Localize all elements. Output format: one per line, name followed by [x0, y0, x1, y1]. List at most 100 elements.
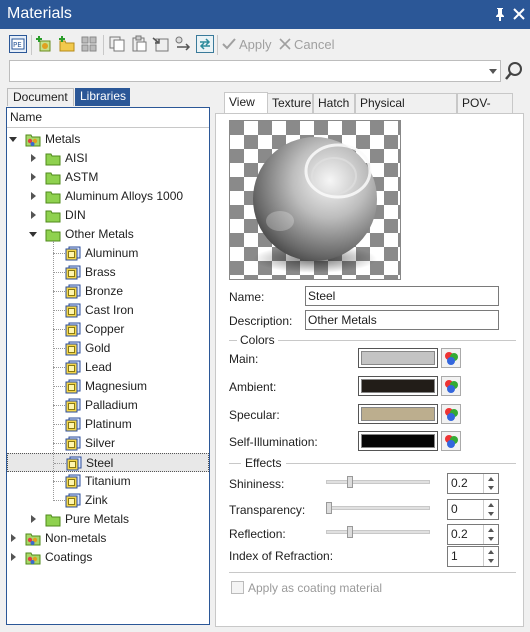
tab-view[interactable]: View: [224, 92, 268, 114]
stepper-buttons[interactable]: [483, 500, 498, 519]
chevron-down-icon[interactable]: [489, 69, 497, 74]
cancel-button[interactable]: Cancel: [294, 37, 334, 52]
tree-node-aisi[interactable]: AISI: [7, 149, 209, 168]
specular-color-picker-button[interactable]: [441, 404, 461, 424]
main-color-swatch[interactable]: [358, 348, 438, 368]
reflection-slider-thumb[interactable]: [346, 526, 353, 538]
spin-up-icon[interactable]: [488, 503, 494, 507]
tree-node-lead[interactable]: Lead: [7, 358, 209, 377]
tab-pov-ray[interactable]: POV-Ray: [457, 93, 513, 129]
view-tab-content: Name: Steel Description: Other Metals Co…: [215, 113, 524, 627]
tree-node-platinum[interactable]: Platinum: [7, 415, 209, 434]
name-field[interactable]: Steel: [305, 286, 499, 306]
tab-physical-properties[interactable]: Physical Properties: [355, 93, 457, 129]
tree-node-astm[interactable]: ASTM: [7, 168, 209, 187]
spin-down-icon[interactable]: [488, 537, 494, 541]
tree-node-label: Zink: [85, 493, 108, 507]
tree-node-titanium[interactable]: Titanium: [7, 472, 209, 491]
tree-node-coatings[interactable]: Coatings: [7, 548, 209, 567]
tree-node-zink[interactable]: Zink: [7, 491, 209, 510]
tree-connector: [53, 443, 65, 444]
tree-node-palladium[interactable]: Palladium: [7, 396, 209, 415]
tree-header-name[interactable]: Name: [7, 108, 209, 128]
pin-icon[interactable]: [492, 6, 508, 22]
close-icon[interactable]: [511, 6, 527, 22]
stepper-buttons[interactable]: [483, 474, 498, 493]
spin-down-icon[interactable]: [488, 512, 494, 516]
tree-node-pure-metals[interactable]: Pure Metals: [7, 510, 209, 529]
main-color-label: Main:: [229, 352, 259, 366]
apply-button[interactable]: Apply: [239, 37, 272, 52]
transparency-slider-thumb[interactable]: [326, 502, 332, 514]
expand-arrow-icon[interactable]: [11, 553, 16, 561]
tab-document[interactable]: Document: [7, 88, 74, 106]
export-icon[interactable]: [174, 35, 192, 53]
tree-node-label: Metals: [45, 132, 81, 146]
self-illumination-color-picker-button[interactable]: [441, 431, 461, 451]
reflection-slider[interactable]: [326, 530, 430, 534]
import-icon[interactable]: [152, 35, 170, 53]
new-material-icon[interactable]: [36, 35, 54, 53]
shininess-slider[interactable]: [326, 480, 430, 484]
tree-node-cast-iron[interactable]: Cast Iron: [7, 301, 209, 320]
svg-text:PE: PE: [13, 41, 22, 49]
coating-checkbox[interactable]: [231, 581, 244, 594]
specular-color-swatch[interactable]: [358, 404, 438, 424]
search-input[interactable]: [9, 60, 501, 82]
tree-node-non-metals[interactable]: Non-metals: [7, 529, 209, 548]
tree-node-din[interactable]: DIN: [7, 206, 209, 225]
shininess-stepper[interactable]: 0.2: [447, 473, 499, 494]
expand-arrow-icon[interactable]: [31, 192, 36, 200]
tree-node-brass[interactable]: Brass: [7, 263, 209, 282]
tab-hatch[interactable]: Hatch: [313, 93, 355, 113]
tree-node-label: AISI: [65, 151, 88, 165]
spin-down-icon[interactable]: [488, 486, 494, 490]
ambient-color-swatch[interactable]: [358, 376, 438, 396]
tree-node-metals[interactable]: Metals: [7, 130, 209, 149]
tree-node-silver[interactable]: Silver: [7, 434, 209, 453]
organize-icon[interactable]: [80, 35, 98, 53]
main-color-picker-button[interactable]: [441, 348, 461, 368]
spin-up-icon[interactable]: [488, 550, 494, 554]
expand-arrow-icon[interactable]: [31, 154, 36, 162]
expand-arrow-icon[interactable]: [11, 534, 16, 542]
tab-libraries[interactable]: Libraries: [75, 88, 130, 106]
stepper-buttons[interactable]: [483, 547, 498, 566]
description-field[interactable]: Other Metals: [305, 310, 499, 330]
reflection-stepper[interactable]: 0.2: [447, 524, 499, 545]
shininess-slider-thumb[interactable]: [346, 476, 353, 488]
tree-node-aluminum[interactable]: Aluminum: [7, 244, 209, 263]
tree-node-magnesium[interactable]: Magnesium: [7, 377, 209, 396]
search-icon[interactable]: [503, 60, 525, 82]
properties-editor-icon[interactable]: PE: [9, 35, 27, 53]
stepper-buttons[interactable]: [483, 525, 498, 544]
tree-node-bronze[interactable]: Bronze: [7, 282, 209, 301]
tree-node-copper[interactable]: Copper: [7, 320, 209, 339]
spin-up-icon[interactable]: [488, 477, 494, 481]
tree-node-gold[interactable]: Gold: [7, 339, 209, 358]
paste-icon[interactable]: [130, 35, 148, 53]
material-icon: [65, 265, 81, 280]
tree-node-aluminum-alloys-1000[interactable]: Aluminum Alloys 1000: [7, 187, 209, 206]
spin-down-icon[interactable]: [488, 559, 494, 563]
tab-texture[interactable]: Texture: [267, 93, 313, 113]
collapse-arrow-icon[interactable]: [9, 137, 17, 142]
collapse-arrow-icon[interactable]: [29, 232, 37, 237]
expand-arrow-icon[interactable]: [31, 515, 36, 523]
ambient-color-picker-button[interactable]: [441, 376, 461, 396]
spin-up-icon[interactable]: [488, 528, 494, 532]
transparency-stepper[interactable]: 0: [447, 499, 499, 520]
tree-node-other-metals[interactable]: Other Metals: [7, 225, 209, 244]
transparency-slider[interactable]: [326, 506, 430, 510]
expand-arrow-icon[interactable]: [31, 211, 36, 219]
synchronize-icon[interactable]: [196, 35, 214, 53]
copy-icon[interactable]: [108, 35, 126, 53]
new-folder-icon[interactable]: [58, 35, 76, 53]
material-tree: Name Metals AISI ASTM Aluminum Alloys 1000 D…: [6, 107, 210, 625]
tree-node-selected[interactable]: Steel: [7, 453, 209, 472]
index-of-refraction-stepper[interactable]: 1: [447, 546, 499, 567]
self-illumination-color-swatch[interactable]: [358, 431, 438, 451]
expand-arrow-icon[interactable]: [31, 173, 36, 181]
material-icon: [65, 322, 81, 337]
tree-connector: [53, 386, 65, 387]
